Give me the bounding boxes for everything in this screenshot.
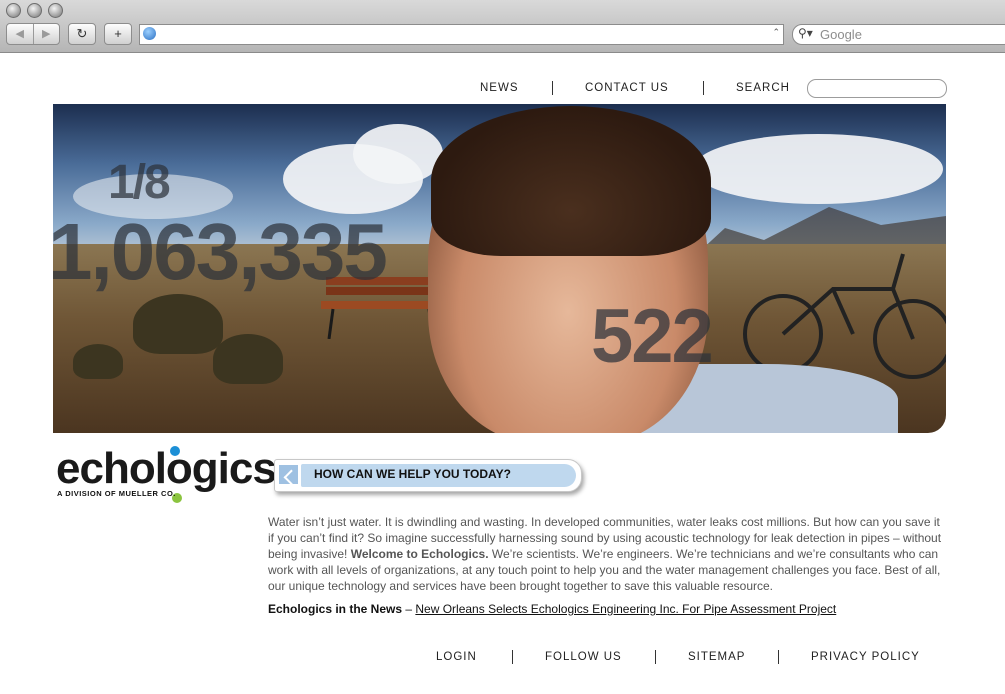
footer-login-link[interactable]: LOGIN xyxy=(436,651,477,663)
news-dash: – xyxy=(402,602,416,616)
logo-blue-dot xyxy=(170,446,180,456)
footer-divider xyxy=(655,650,656,664)
chevron-up-down-icon[interactable]: ⌃ xyxy=(772,27,780,38)
help-banner-title: HOW CAN WE HELP YOU TODAY? xyxy=(314,467,511,481)
footer-follow-link[interactable]: FOLLOW US xyxy=(545,651,622,663)
search-icon[interactable]: ⚲▾ xyxy=(798,26,813,40)
arrow-icon xyxy=(279,465,298,484)
hero-stat-fraction: 1/8 xyxy=(108,156,171,209)
news-line: Echologics in the News – New Orleans Sel… xyxy=(268,602,836,616)
nav-search-label: SEARCH xyxy=(736,82,790,94)
nav-divider xyxy=(552,81,553,95)
news-article-link[interactable]: New Orleans Selects Echologics Engineeri… xyxy=(415,602,836,616)
forward-button[interactable]: ▶ xyxy=(34,24,60,44)
site-search-input[interactable] xyxy=(807,79,947,98)
reload-button[interactable]: ↻ xyxy=(68,23,96,45)
footer-divider xyxy=(512,650,513,664)
nav-contact-link[interactable]: CONTACT US xyxy=(585,82,669,94)
logo-subtitle: A DIVISION OF MUELLER CO. xyxy=(57,489,176,498)
shrub xyxy=(73,344,123,379)
browser-search-field[interactable]: ⚲▾ Google xyxy=(792,24,1005,45)
footer-sitemap-link[interactable]: SITEMAP xyxy=(688,651,745,663)
hero-stat-large: 1,063,335 xyxy=(53,207,388,296)
browser-search-placeholder: Google xyxy=(820,27,862,42)
cloud xyxy=(693,134,943,204)
footer-privacy-link[interactable]: PRIVACY POLICY xyxy=(811,651,920,663)
shrub xyxy=(213,334,283,384)
intro-paragraph: Water isn’t just water. It is dwindling … xyxy=(268,514,946,594)
help-banner[interactable]: HOW CAN WE HELP YOU TODAY? xyxy=(274,459,582,492)
bicycle-image xyxy=(743,253,946,379)
minimize-window-button[interactable] xyxy=(27,3,42,18)
close-window-button[interactable] xyxy=(6,3,21,18)
browser-toolbar: ◀ ▶ ↻ + ⌃ ⚲▾ Google xyxy=(0,0,1005,53)
nav-divider xyxy=(703,81,704,95)
back-forward-group: ◀ ▶ xyxy=(6,23,60,45)
new-tab-button[interactable]: + xyxy=(104,23,132,45)
hero-banner: 1/8 1,063,335 522 xyxy=(53,104,946,433)
news-label: Echologics in the News xyxy=(268,602,403,616)
boy-hair xyxy=(431,106,711,256)
globe-icon xyxy=(143,27,156,40)
cloud xyxy=(353,124,443,184)
footer-divider xyxy=(778,650,779,664)
address-bar[interactable]: ⌃ xyxy=(139,24,784,45)
hero-stat-small: 522 xyxy=(591,294,714,379)
intro-welcome: Welcome to Echologics. xyxy=(350,547,489,561)
shrub xyxy=(133,294,223,354)
nav-news-link[interactable]: NEWS xyxy=(480,82,519,94)
back-button[interactable]: ◀ xyxy=(7,24,34,44)
logo-wordmark: echologics xyxy=(56,444,277,493)
zoom-window-button[interactable] xyxy=(48,3,63,18)
